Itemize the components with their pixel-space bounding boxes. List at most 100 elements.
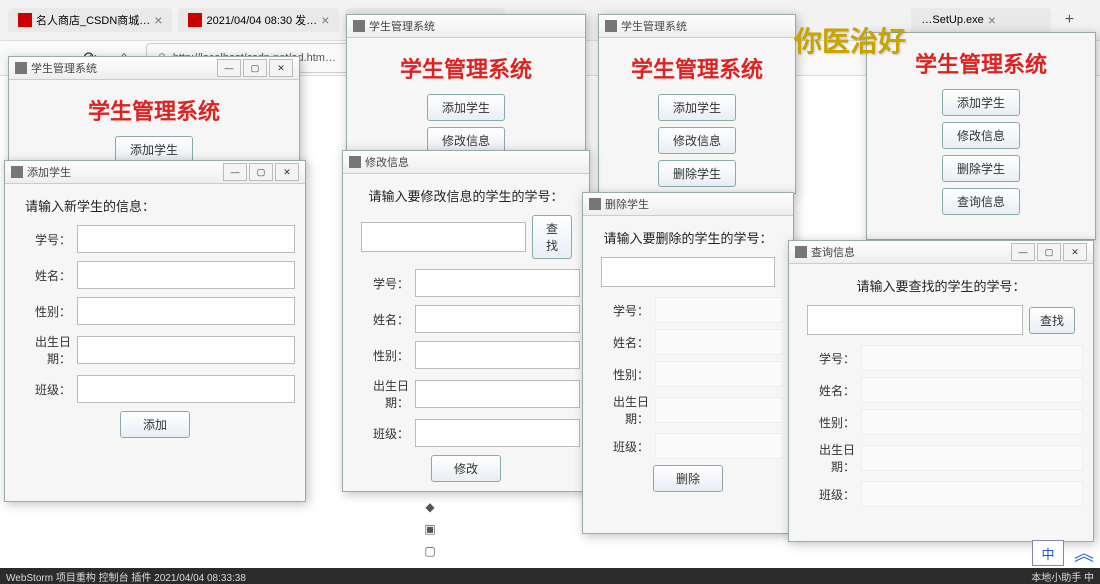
delete-student-button[interactable]: 删除学生 <box>942 155 1020 182</box>
win-close[interactable]: ✕ <box>275 163 299 181</box>
favicon <box>188 13 202 27</box>
label-birth: 出生日期： <box>593 393 649 427</box>
main-menu-window-1[interactable]: 学生管理系统 — ▢ ✕ 学生管理系统 添加学生 <box>8 56 300 170</box>
input-search-id[interactable] <box>807 305 1023 335</box>
titlebar[interactable]: 查询信息 — ▢ ✕ <box>789 241 1093 264</box>
edit-info-button[interactable]: 修改信息 <box>658 127 736 154</box>
title-text: 学生管理系统 <box>31 60 97 76</box>
favicon <box>18 13 32 27</box>
add-student-button[interactable]: 添加学生 <box>658 94 736 121</box>
input-birth[interactable] <box>415 380 580 408</box>
titlebar[interactable]: 修改信息 <box>343 151 589 174</box>
label-birth: 出生日期： <box>799 441 855 475</box>
label-birth: 出生日期： <box>353 377 409 411</box>
input-sex[interactable] <box>77 297 295 325</box>
edit-student-window[interactable]: 修改信息 请输入要修改信息的学生的学号： 查找 学号： 姓名： 性别： 出生日期… <box>342 150 590 492</box>
value-sex <box>655 361 783 387</box>
win-maximize[interactable]: ▢ <box>243 59 267 77</box>
search-button[interactable]: 查找 <box>532 215 572 259</box>
ide-statusbar: WebStorm 项目重构 控制台 插件 2021/04/04 08:33:38… <box>0 568 1100 584</box>
add-student-button[interactable]: 添加学生 <box>115 136 193 163</box>
input-name[interactable] <box>415 305 580 333</box>
main-menu-window-2[interactable]: 学生管理系统 学生管理系统 添加学生 修改信息 <box>346 14 586 154</box>
icon-c: ▢ <box>424 544 435 558</box>
label-class: 班级： <box>15 381 71 398</box>
main-menu-window-3[interactable]: 学生管理系统 学生管理系统 添加学生 修改信息 删除学生 <box>598 14 796 194</box>
label-class: 班级： <box>353 425 409 442</box>
label-name: 姓名： <box>353 311 409 328</box>
prompt-text: 请输入要修改信息的学生的学号： <box>353 186 579 205</box>
browser-minimize[interactable]: — <box>1089 5 1100 35</box>
tab-label: 2021/04/04 08:30 发… <box>206 12 317 28</box>
icon-a: ◆ <box>425 500 434 514</box>
input-id[interactable] <box>415 269 580 297</box>
label-id: 学号： <box>353 275 409 292</box>
tab-3[interactable]: …SetUp.exe × <box>911 8 1051 32</box>
tab-1[interactable]: 2021/04/04 08:30 发… × <box>178 8 339 32</box>
tab-0[interactable]: 名人商店_CSDN商城… × <box>8 8 172 32</box>
title-text: 查询信息 <box>811 244 855 260</box>
input-search-id[interactable] <box>361 222 526 252</box>
add-student-window[interactable]: 添加学生 — ▢ ✕ 请输入新学生的信息： 学号： 姓名： 性别： 出生日期： … <box>4 160 306 502</box>
win-maximize[interactable]: ▢ <box>249 163 273 181</box>
submit-add-button[interactable]: 添加 <box>120 411 190 438</box>
value-id <box>861 345 1083 371</box>
app-icon <box>795 246 807 258</box>
delete-student-window[interactable]: 删除学生 请输入要删除的学生的学号： 学号： 姓名： 性别： 出生日期： 班级：… <box>582 192 794 534</box>
value-id <box>655 297 783 323</box>
tab-close-icon[interactable]: × <box>321 12 329 28</box>
add-student-button[interactable]: 添加学生 <box>427 94 505 121</box>
label-birth: 出生日期： <box>15 333 71 367</box>
label-class: 班级： <box>593 438 649 455</box>
app-icon <box>349 156 361 168</box>
value-class <box>861 481 1083 507</box>
delete-student-button[interactable]: 删除学生 <box>658 160 736 187</box>
title-text: 学生管理系统 <box>369 18 435 34</box>
app-icon <box>589 198 601 210</box>
titlebar[interactable]: 学生管理系统 <box>599 15 795 38</box>
titlebar[interactable]: 学生管理系统 <box>347 15 585 38</box>
win-minimize[interactable]: — <box>217 59 241 77</box>
titlebar[interactable]: 学生管理系统 — ▢ ✕ <box>9 57 299 80</box>
title-text: 修改信息 <box>365 154 409 170</box>
scroll-top-icon[interactable]: ︽ <box>1074 537 1094 566</box>
submit-edit-button[interactable]: 修改 <box>431 455 501 482</box>
ime-indicator[interactable]: 中 <box>1032 540 1064 566</box>
add-student-button[interactable]: 添加学生 <box>942 89 1020 116</box>
app-icon <box>353 20 365 32</box>
input-name[interactable] <box>77 261 295 289</box>
new-tab-button[interactable]: + <box>1057 8 1081 32</box>
query-info-button[interactable]: 查询信息 <box>942 188 1020 215</box>
system-title: 学生管理系统 <box>609 52 785 84</box>
tab-close-icon[interactable]: × <box>154 12 162 28</box>
win-maximize[interactable]: ▢ <box>1037 243 1061 261</box>
tab-close-icon[interactable]: × <box>988 12 996 28</box>
win-minimize[interactable]: — <box>223 163 247 181</box>
input-class[interactable] <box>415 419 580 447</box>
prompt-text: 请输入新学生的信息： <box>25 196 295 215</box>
titlebar[interactable]: 添加学生 — ▢ ✕ <box>5 161 305 184</box>
label-id: 学号： <box>593 302 649 319</box>
win-close[interactable]: ✕ <box>1063 243 1087 261</box>
win-close[interactable]: ✕ <box>269 59 293 77</box>
label-sex: 性别： <box>593 366 649 383</box>
watermark-text: 你医治好 <box>794 20 906 60</box>
side-icon-bar: ◆ ▣ ▢ <box>420 500 440 560</box>
titlebar[interactable]: 删除学生 <box>583 193 793 216</box>
input-sex[interactable] <box>415 341 580 369</box>
main-menu-window-4[interactable]: 学生管理系统 添加学生 修改信息 删除学生 查询信息 <box>866 32 1096 240</box>
search-button[interactable]: 查找 <box>1029 307 1075 334</box>
value-name <box>655 329 783 355</box>
input-birth[interactable] <box>77 336 295 364</box>
window-controls: — ▢ ✕ <box>1089 5 1100 35</box>
label-sex: 性别： <box>799 414 855 431</box>
submit-delete-button[interactable]: 删除 <box>653 465 723 492</box>
win-minimize[interactable]: — <box>1011 243 1035 261</box>
edit-info-button[interactable]: 修改信息 <box>942 122 1020 149</box>
query-student-window[interactable]: 查询信息 — ▢ ✕ 请输入要查找的学生的学号： 查找 学号： 姓名： 性别： … <box>788 240 1094 542</box>
input-class[interactable] <box>77 375 295 403</box>
input-id[interactable] <box>77 225 295 253</box>
input-search-id[interactable] <box>601 257 775 287</box>
label-name: 姓名： <box>593 334 649 351</box>
app-icon <box>15 62 27 74</box>
